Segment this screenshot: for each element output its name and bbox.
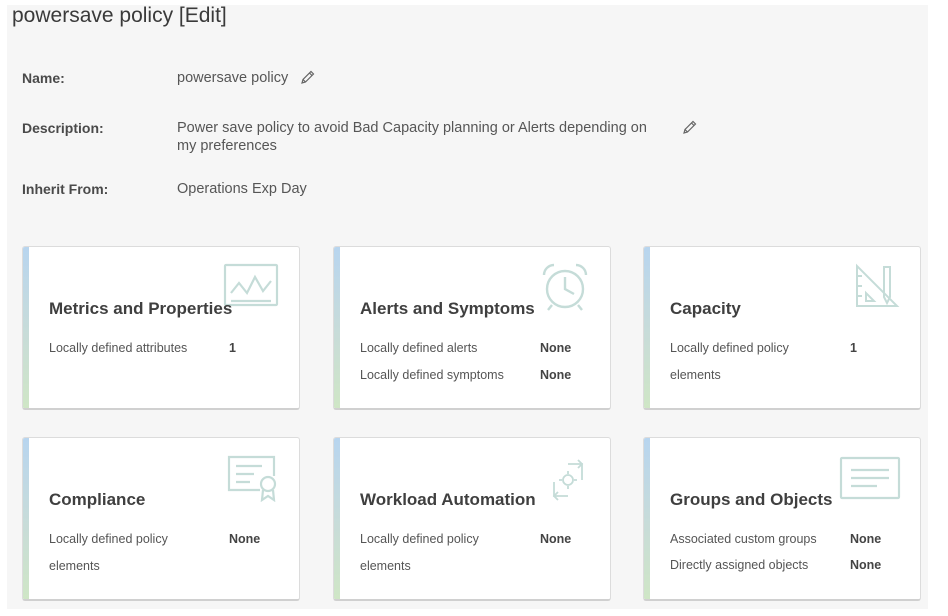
card-title: Alerts and Symptoms: [360, 299, 535, 318]
list-box-icon: [839, 456, 901, 507]
row-label-line-2: elements: [670, 368, 721, 382]
card-title: Compliance: [49, 490, 146, 509]
row-label-locally-defined-policy-elements: Locally defined policy elements: [360, 526, 530, 580]
alarm-clock-icon: [540, 261, 590, 318]
edit-name-icon[interactable]: [300, 69, 316, 85]
sync-gear-icon: [548, 458, 588, 507]
card-title: Metrics and Properties: [49, 299, 233, 318]
row-label-locally-defined-policy-elements: Locally defined policy elements: [670, 335, 840, 389]
name-value: powersave policy: [177, 70, 289, 86]
card-accent: [644, 247, 650, 408]
card-title: Workload Automation: [360, 490, 536, 509]
card-metrics-and-properties[interactable]: Metrics and Properties Locally defined a…: [22, 246, 300, 410]
row-label-associated-custom-groups: Associated custom groups: [670, 532, 817, 546]
row-label-line-1: Locally defined policy: [670, 341, 789, 355]
row-value-locally-defined-alerts: None: [540, 341, 572, 355]
inherit-value: Operations Exp Day: [177, 181, 307, 197]
card-alerts-and-symptoms[interactable]: Alerts and Symptoms Locally defined aler…: [333, 246, 611, 410]
row-label-locally-defined-alerts: Locally defined alerts: [360, 341, 478, 355]
card-capacity[interactable]: Capacity Locally defined policy elements…: [643, 246, 921, 410]
row-value-locally-defined-policy-elements: None: [540, 532, 572, 546]
inherit-label: Inherit From:: [22, 181, 109, 197]
card-workload-automation[interactable]: Workload Automation Locally defined poli…: [333, 437, 611, 601]
description-value: Power save policy to avoid Bad Capacity …: [177, 119, 647, 155]
row-label-line-1: Locally defined policy: [360, 532, 479, 546]
row-label-line-2: elements: [49, 559, 100, 573]
row-label-locally-defined-policy-elements: Locally defined policy elements: [49, 526, 219, 580]
row-label-locally-defined-symptoms: Locally defined symptoms: [360, 368, 504, 382]
card-accent: [334, 247, 340, 408]
row-label-directly-assigned-objects: Directly assigned objects: [670, 558, 809, 572]
card-title: Groups and Objects: [670, 490, 833, 509]
card-compliance[interactable]: Compliance Locally defined policy elemen…: [22, 437, 300, 601]
ruler-pencil-icon: [854, 263, 900, 316]
row-label-locally-defined-attributes: Locally defined attributes: [49, 341, 188, 355]
row-label-line-2: elements: [360, 559, 411, 573]
description-label: Description:: [22, 120, 104, 136]
card-accent: [644, 438, 650, 599]
row-value-associated-custom-groups: None: [850, 532, 882, 546]
description-line-1: Power save policy to avoid Bad Capacity …: [177, 120, 647, 136]
page-title: powersave policy [Edit]: [12, 4, 227, 27]
edit-description-icon[interactable]: [682, 119, 698, 135]
card-accent: [23, 247, 29, 408]
name-label: Name:: [22, 70, 65, 86]
card-accent: [23, 438, 29, 599]
card-title: Capacity: [670, 299, 741, 318]
row-value-directly-assigned-objects: None: [850, 558, 882, 572]
row-value-locally-defined-policy-elements: None: [229, 532, 261, 546]
row-label-line-1: Locally defined policy: [49, 532, 168, 546]
card-groups-and-objects[interactable]: Groups and Objects Associated custom gro…: [643, 437, 921, 601]
certificate-icon: [226, 454, 280, 507]
row-value-locally-defined-symptoms: None: [540, 368, 572, 382]
description-line-2: my preferences: [177, 138, 277, 154]
card-accent: [334, 438, 340, 599]
row-value-locally-defined-policy-elements: 1: [850, 341, 857, 355]
row-value-locally-defined-attributes: 1: [229, 341, 236, 355]
